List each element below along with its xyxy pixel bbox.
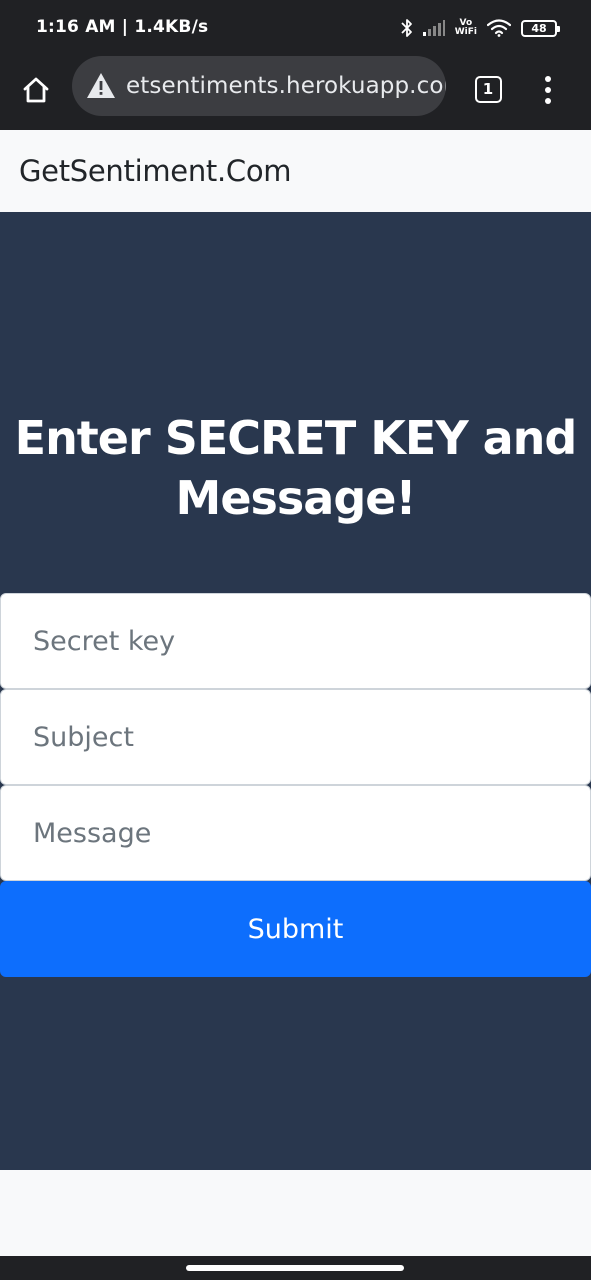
home-icon — [23, 77, 49, 103]
more-menu-button[interactable] — [530, 68, 566, 112]
url-text[interactable]: etsentiments.herokuapp.com — [126, 73, 446, 99]
status-time: 1:16 AM | 1.4KB/s — [36, 17, 209, 37]
submit-button[interactable]: Submit — [0, 881, 591, 977]
page-title-line1: Enter SECRET KEY and — [14, 411, 578, 465]
system-nav-bar — [0, 1256, 591, 1280]
page-title-line2: Message! — [175, 471, 417, 525]
home-indicator[interactable] — [186, 1265, 404, 1271]
secret-key-input[interactable] — [0, 593, 591, 689]
vowifi-label-bottom: WiFi — [454, 27, 477, 37]
status-bar: 1:16 AM | 1.4KB/s Vo WiFi 48 — [0, 0, 591, 56]
tabs-icon: 1 — [474, 75, 502, 103]
signal-icon — [422, 20, 445, 36]
bluetooth-icon — [401, 19, 412, 37]
subject-input[interactable] — [0, 689, 591, 785]
battery-icon: 48 — [521, 19, 560, 37]
status-icons: Vo WiFi 48 — [401, 16, 560, 40]
browser-toolbar: etsentiments.herokuapp.com 1 — [0, 56, 591, 128]
warning-icon[interactable] — [86, 72, 116, 100]
more-vert-icon-dot — [545, 98, 551, 104]
more-vert-icon-dot — [545, 87, 551, 93]
url-bar[interactable]: etsentiments.herokuapp.com — [72, 56, 446, 116]
home-button[interactable] — [14, 68, 58, 112]
more-vert-icon — [545, 76, 551, 82]
vowifi-icon: Vo WiFi — [455, 19, 477, 37]
tabs-button[interactable]: 1 — [469, 70, 507, 108]
message-input[interactable] — [0, 785, 591, 881]
page-footer — [0, 1170, 591, 1256]
hero-section: Enter SECRET KEY and Message! Submit — [0, 212, 591, 1170]
wifi-icon — [487, 19, 511, 37]
site-navbar: GetSentiment.Com — [0, 130, 591, 212]
brand-link[interactable]: GetSentiment.Com — [19, 154, 292, 188]
page-title: Enter SECRET KEY and Message! — [0, 408, 591, 528]
